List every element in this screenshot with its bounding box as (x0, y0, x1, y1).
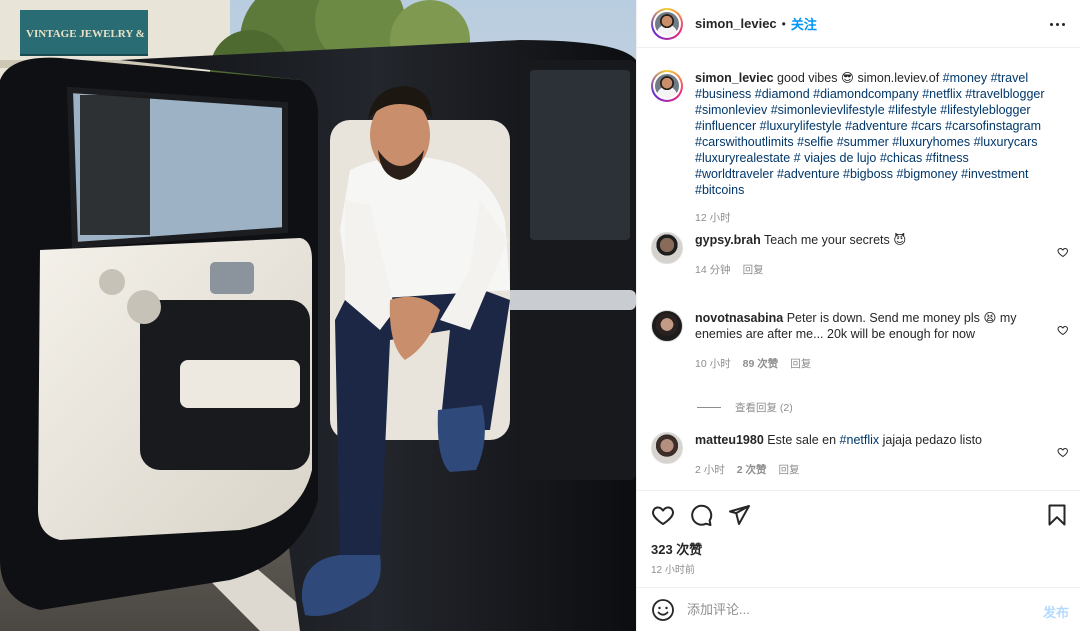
add-comment-bar: 发布 (637, 587, 1080, 631)
comment-time: 2 小时 (695, 464, 725, 476)
more-options-icon[interactable] (1047, 14, 1067, 34)
comment-input[interactable] (687, 602, 1017, 617)
caption-time: 12 小时 (695, 212, 731, 224)
caption-username[interactable]: simon_leviec (695, 71, 774, 85)
view-replies-button[interactable]: 查看回复 (2) (697, 400, 793, 415)
comment-text-before: Este sale en (767, 433, 840, 447)
comment-item: matteu1980 Este sale en #netflix jajaja … (651, 432, 1071, 478)
comment-like-heart-icon[interactable] (1057, 246, 1069, 258)
post-time: 12 小时前 (651, 565, 695, 576)
post-header: simon_leviec • 关注 (637, 0, 1080, 48)
instagram-post-viewer: VINTAGE JEWELRY & GIFTS simon_leviec • 关… (0, 0, 1080, 631)
caption: simon_leviec good vibes 😎 simon.leviev.o… (651, 70, 1071, 226)
follow-button[interactable]: 关注 (791, 14, 817, 33)
share-icon[interactable] (727, 503, 751, 527)
caption-avatar[interactable] (651, 70, 683, 102)
photo-illustration (0, 0, 636, 631)
author-avatar[interactable] (651, 7, 683, 40)
post-details-panel: simon_leviec • 关注 simon_leviec good vibe… (636, 0, 1080, 631)
reply-button[interactable]: 回复 (743, 262, 764, 278)
comment-time: 10 小时 (695, 358, 731, 370)
replies-divider-line (697, 407, 721, 408)
comment-item: novotnasabina Peter is down. Send me mon… (651, 310, 1071, 372)
comment-likes[interactable]: 2 次赞 (737, 462, 767, 478)
comment-like-heart-icon[interactable] (1057, 446, 1069, 458)
author-username[interactable]: simon_leviec (695, 16, 777, 31)
view-replies-label[interactable]: 查看回复 (2) (735, 400, 793, 415)
likes-count[interactable]: 323 次赞 (651, 539, 702, 558)
store-sign: VINTAGE JEWELRY & GIFTS (20, 10, 148, 56)
comment-hashtag[interactable]: #netflix (840, 433, 880, 447)
reply-button[interactable]: 回复 (790, 356, 811, 372)
post-photo: VINTAGE JEWELRY & GIFTS (0, 0, 636, 631)
commenter-avatar[interactable] (651, 232, 683, 264)
commenter-avatar[interactable] (651, 310, 683, 342)
emoji-icon[interactable] (651, 598, 675, 622)
commenter-avatar[interactable] (651, 432, 683, 464)
bookmark-icon[interactable] (1045, 503, 1069, 527)
commenter-username[interactable]: matteu1980 (695, 433, 764, 447)
caption-hashtags[interactable]: #money #travel #business #diamond #diamo… (695, 71, 1045, 197)
comment-icon[interactable] (689, 503, 713, 527)
comment-time: 14 分钟 (695, 264, 731, 276)
commenter-username[interactable]: novotnasabina (695, 311, 783, 325)
action-bar (651, 503, 751, 527)
commenter-username[interactable]: gypsy.brah (695, 233, 761, 247)
caption-text: good vibes 😎 simon.leviev.of (777, 71, 943, 85)
comment-likes[interactable]: 89 次赞 (743, 356, 779, 372)
heart-icon[interactable] (651, 503, 675, 527)
comment-text-after: jajaja pedazo listo (879, 433, 983, 447)
reply-button[interactable]: 回复 (779, 462, 800, 478)
comment-like-heart-icon[interactable] (1057, 324, 1069, 336)
separator-dot: • (781, 16, 786, 31)
comment-item: gypsy.brah Teach me your secrets 😈 14 分钟… (651, 232, 1071, 278)
comments-scroll-area[interactable]: simon_leviec good vibes 😎 simon.leviev.o… (637, 60, 1080, 490)
comment-text: Teach me your secrets 😈 (764, 233, 907, 247)
post-comment-button[interactable]: 发布 (1043, 602, 1069, 621)
